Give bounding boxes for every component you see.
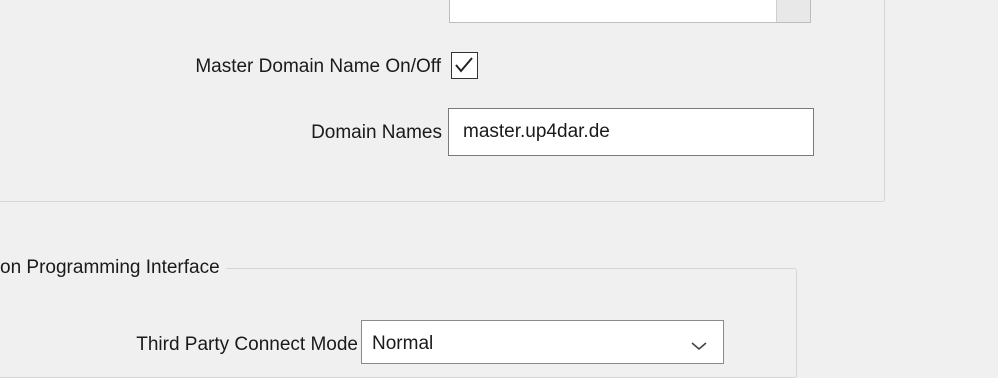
- checkmark-icon: [455, 57, 473, 73]
- third-party-connect-label: Third Party Connect Mode: [136, 334, 358, 355]
- domain-names-field[interactable]: master.up4dar.de: [448, 108, 814, 156]
- dns-settings-group: [0, 0, 885, 202]
- third-party-connect-value: Normal: [372, 333, 434, 354]
- top-combo-arrow-button[interactable]: [776, 0, 810, 22]
- master-domain-label: Master Domain Name On/Off: [195, 56, 441, 77]
- third-party-connect-dropdown[interactable]: Normal: [361, 320, 724, 364]
- chevron-down-icon: [691, 342, 707, 351]
- top-combo-box[interactable]: [449, 0, 811, 23]
- master-domain-checkbox[interactable]: [451, 52, 478, 79]
- api-group-title: on Programming Interface: [0, 257, 226, 279]
- domain-names-label: Domain Names: [311, 122, 442, 143]
